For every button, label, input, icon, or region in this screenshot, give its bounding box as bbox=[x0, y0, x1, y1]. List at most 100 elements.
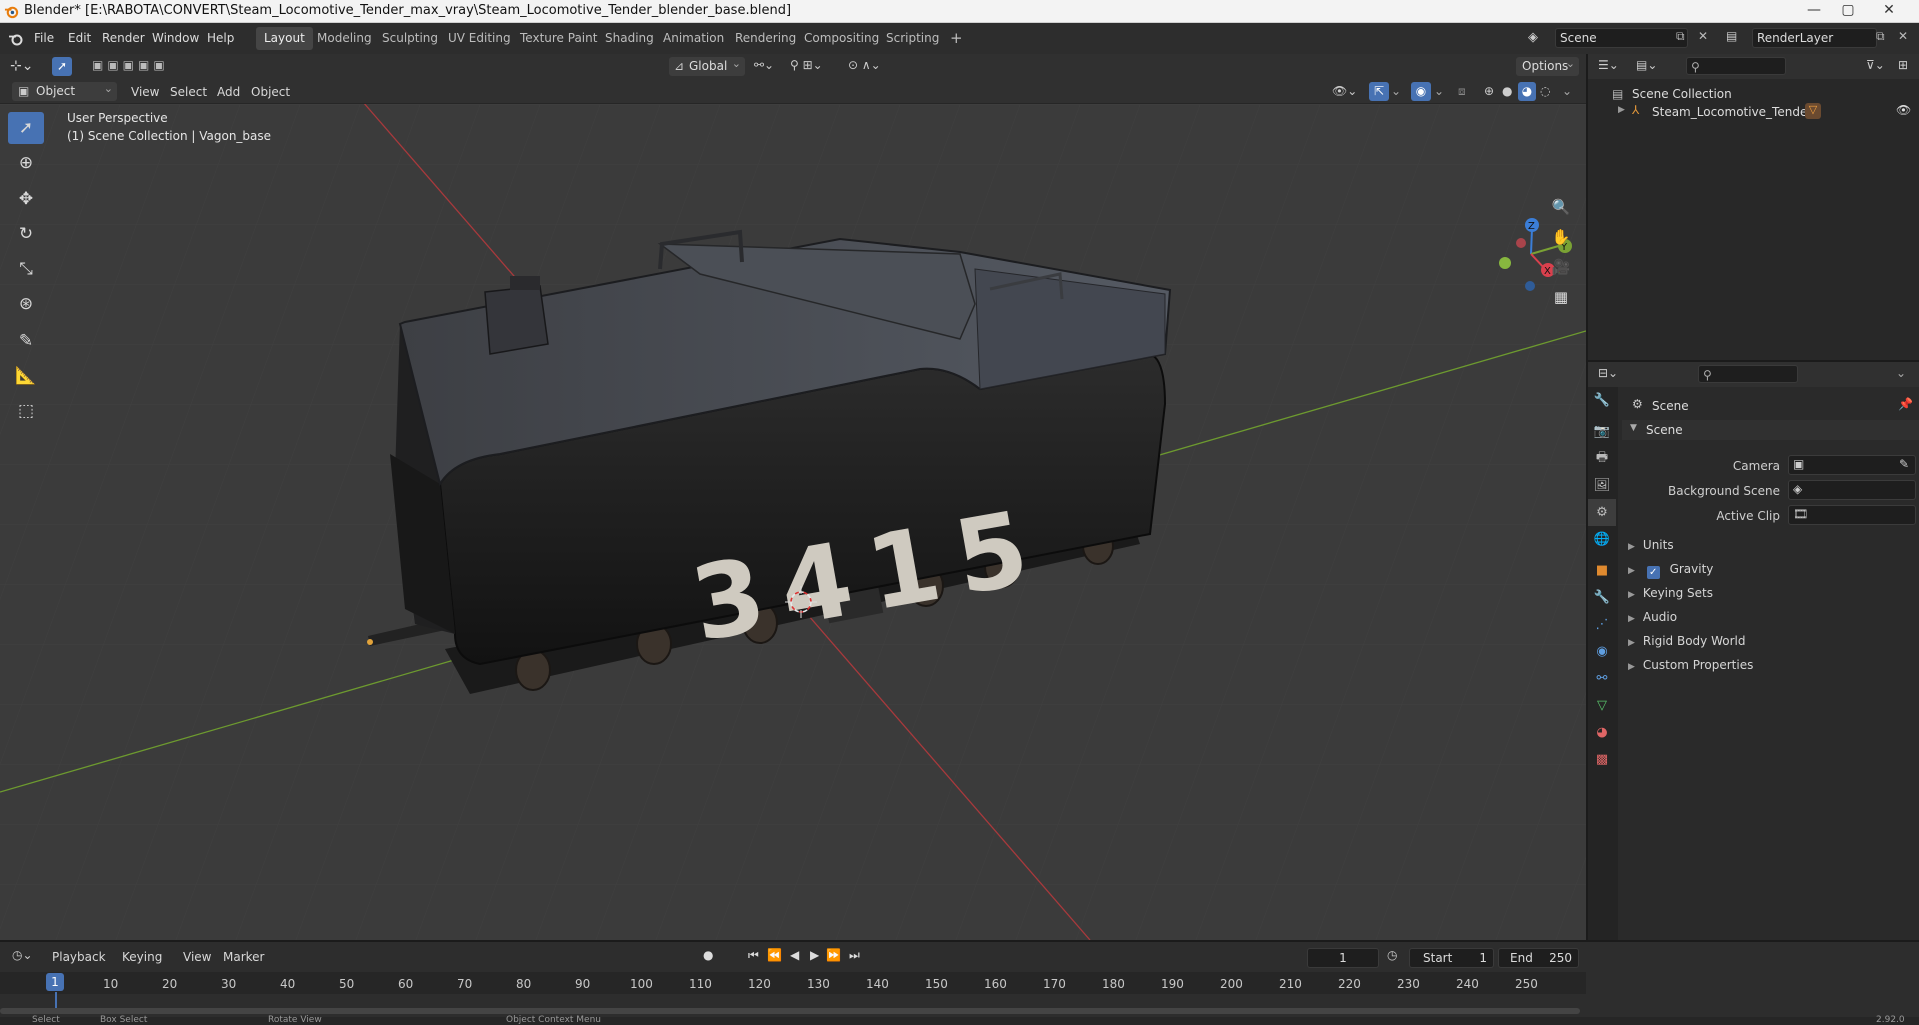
data-tab-icon[interactable]: ▽ bbox=[1588, 692, 1616, 719]
add-workspace-icon[interactable]: + bbox=[942, 27, 971, 50]
menu-window[interactable]: Window bbox=[152, 31, 199, 45]
properties-search-input[interactable]: ⚲ bbox=[1698, 365, 1798, 383]
visibility-eye-icon[interactable]: 👁 bbox=[1896, 103, 1911, 117]
delete-scene-icon[interactable]: ✕ bbox=[1698, 29, 1708, 43]
delete-layer-icon[interactable]: ✕ bbox=[1898, 29, 1908, 43]
modifiers-tab-icon[interactable]: 🔧 bbox=[1588, 584, 1616, 611]
gizmo-dropdown-icon[interactable]: ⌄ bbox=[1391, 84, 1401, 98]
playhead[interactable]: 1 bbox=[46, 973, 64, 991]
solid-shading-icon[interactable]: ● bbox=[1502, 84, 1512, 98]
scene-selector-icon[interactable]: ◈ bbox=[1528, 30, 1538, 45]
rotate-tool-icon[interactable]: ↻ bbox=[8, 218, 44, 250]
view-layer-tab-icon[interactable]: 🖼 bbox=[1588, 472, 1616, 499]
selection-mode-icons[interactable]: ▣▣▣▣▣ bbox=[92, 58, 169, 72]
3d-viewport[interactable]: 3415 Z Y X ➚ ⊕ ✥ ↻ ⤡ ⊛ ✎ 📐 ⬚ User Perspe… bbox=[0, 104, 1586, 940]
menu-keying[interactable]: Keying bbox=[122, 950, 162, 964]
next-keyframe-icon[interactable]: ⏩ bbox=[826, 948, 841, 962]
keying-sets-panel[interactable]: ▶ Keying Sets bbox=[1628, 586, 1713, 600]
new-layer-icon[interactable]: ⧉ bbox=[1876, 29, 1885, 44]
pivot-point-icon[interactable]: ⚯⌄ bbox=[754, 58, 774, 72]
wireframe-shading-icon[interactable]: ⊕ bbox=[1484, 84, 1494, 98]
gravity-checkbox[interactable]: ✓ bbox=[1646, 566, 1660, 579]
gravity-panel[interactable]: ▶ ✓ Gravity bbox=[1628, 562, 1713, 579]
pan-view-icon[interactable]: ✋ bbox=[1548, 224, 1574, 250]
jump-end-icon[interactable]: ⏭ bbox=[849, 948, 860, 963]
audio-panel[interactable]: ▶ Audio bbox=[1628, 610, 1677, 624]
output-tab-icon[interactable]: 🖶 bbox=[1588, 445, 1616, 472]
constraints-tab-icon[interactable]: ⚯ bbox=[1588, 665, 1616, 692]
world-tab-icon[interactable]: 🌐 bbox=[1588, 526, 1616, 553]
menu-marker[interactable]: Marker bbox=[223, 950, 264, 964]
menu-render[interactable]: Render bbox=[102, 31, 145, 45]
render-tab-icon[interactable]: 📷 bbox=[1588, 418, 1616, 445]
view-layer-icon[interactable]: ▤ bbox=[1726, 29, 1737, 43]
menu-view[interactable]: View bbox=[131, 85, 159, 99]
zoom-view-icon[interactable]: 🔍 bbox=[1548, 194, 1574, 220]
tab-texture-paint[interactable]: Texture Paint bbox=[512, 27, 605, 50]
scene-panel-header[interactable]: ▼ Scene bbox=[1622, 420, 1919, 440]
tab-compositing[interactable]: Compositing bbox=[796, 27, 887, 50]
eyedropper-icon[interactable]: ✎ bbox=[1899, 457, 1909, 471]
pin-icon[interactable]: 📌 bbox=[1898, 397, 1913, 411]
overlays-toggle-icon[interactable]: ◉ bbox=[1411, 82, 1431, 101]
tab-rendering[interactable]: Rendering bbox=[727, 27, 804, 50]
camera-field[interactable]: ▣ ✎ bbox=[1788, 455, 1916, 475]
xray-icon[interactable]: ⧈ bbox=[1458, 84, 1466, 99]
scale-tool-icon[interactable]: ⤡ bbox=[8, 253, 44, 285]
rendered-shading-icon[interactable]: ◌ bbox=[1540, 84, 1550, 98]
properties-options-icon[interactable]: ⌄ bbox=[1896, 366, 1906, 380]
record-icon[interactable]: ● bbox=[703, 948, 713, 962]
texture-tab-icon[interactable]: ▩ bbox=[1588, 746, 1616, 773]
tab-layout[interactable]: Layout bbox=[256, 27, 313, 50]
expand-icon[interactable]: ▶ bbox=[1618, 105, 1625, 115]
active-clip-field[interactable]: 🎞 bbox=[1788, 505, 1916, 525]
material-preview-icon[interactable]: ◕ bbox=[1518, 82, 1536, 101]
outliner-search-input[interactable]: ⚲ bbox=[1686, 57, 1786, 75]
menu-edit[interactable]: Edit bbox=[68, 31, 91, 45]
move-tool-icon[interactable]: ✥ bbox=[8, 183, 44, 215]
menu-playback[interactable]: Playback bbox=[52, 950, 106, 964]
menu-view-timeline[interactable]: View bbox=[183, 950, 211, 964]
particles-tab-icon[interactable]: ⋰ bbox=[1588, 611, 1616, 638]
filter-icon[interactable]: ⊽⌄ bbox=[1866, 58, 1885, 72]
end-frame-field[interactable]: End 250 bbox=[1498, 948, 1579, 968]
shading-dropdown-icon[interactable]: ⌄ bbox=[1562, 84, 1572, 98]
tab-animation[interactable]: Animation bbox=[655, 27, 732, 50]
transform-tool-icon[interactable]: ⊛ bbox=[8, 288, 44, 320]
cursor-tool-icon[interactable]: ⊕ bbox=[8, 147, 44, 179]
minimize-button[interactable]: — bbox=[1799, 0, 1829, 22]
prev-keyframe-icon[interactable]: ⏪ bbox=[767, 948, 782, 962]
overlays-dropdown-icon[interactable]: ⌄ bbox=[1434, 84, 1444, 98]
camera-view-icon[interactable]: 🎥 bbox=[1548, 254, 1574, 280]
physics-tab-icon[interactable]: ◉ bbox=[1588, 638, 1616, 665]
properties-editor-icon[interactable]: ⊟⌄ bbox=[1598, 366, 1618, 380]
transform-orientation-dropdown[interactable]: ⊿ Global bbox=[669, 54, 745, 76]
snap-icon[interactable]: ⚲ ⊞⌄ bbox=[790, 58, 823, 72]
tab-shading[interactable]: Shading bbox=[597, 27, 662, 50]
add-cube-tool-icon[interactable]: ⬚ bbox=[8, 395, 44, 427]
background-scene-field[interactable]: ◈ bbox=[1788, 480, 1916, 500]
outliner-item[interactable]: ▶ ⅄ Steam_Locomotive_Tender ▽ 👁 bbox=[1588, 102, 1919, 122]
tab-sculpting[interactable]: Sculpting bbox=[374, 27, 446, 50]
display-mode-icon[interactable]: ▤⌄ bbox=[1636, 58, 1657, 72]
jump-start-icon[interactable]: ⏮ bbox=[748, 948, 759, 963]
menu-file[interactable]: File bbox=[34, 31, 54, 45]
custom-properties-panel[interactable]: ▶ Custom Properties bbox=[1628, 658, 1753, 672]
preview-range-icon[interactable]: ◷ bbox=[1387, 948, 1397, 962]
select-tool-icon[interactable]: ➚ bbox=[52, 57, 72, 76]
options-dropdown[interactable]: Options bbox=[1516, 54, 1579, 76]
menu-help[interactable]: Help bbox=[207, 31, 234, 45]
current-frame-field[interactable]: 1 bbox=[1307, 948, 1379, 968]
outliner-root-label[interactable]: Scene Collection bbox=[1632, 87, 1732, 101]
new-scene-icon[interactable]: ⧉ bbox=[1676, 29, 1685, 44]
outliner-editor-icon[interactable]: ☰⌄ bbox=[1598, 58, 1619, 72]
blender-menu-icon[interactable] bbox=[8, 31, 24, 47]
select-box-tool-icon[interactable]: ➚ bbox=[8, 112, 44, 144]
units-panel[interactable]: ▶ Units bbox=[1628, 538, 1674, 552]
tool-tab-icon[interactable]: 🔧 bbox=[1588, 387, 1616, 414]
renderlayer-field[interactable]: RenderLayer bbox=[1752, 28, 1877, 48]
visibility-icon[interactable]: 👁⌄ bbox=[1332, 84, 1357, 98]
tab-scripting[interactable]: Scripting bbox=[878, 27, 947, 50]
object-mode-dropdown[interactable]: ▣ Object Mode bbox=[12, 79, 117, 117]
orthographic-toggle-icon[interactable]: ▦ bbox=[1548, 284, 1574, 310]
